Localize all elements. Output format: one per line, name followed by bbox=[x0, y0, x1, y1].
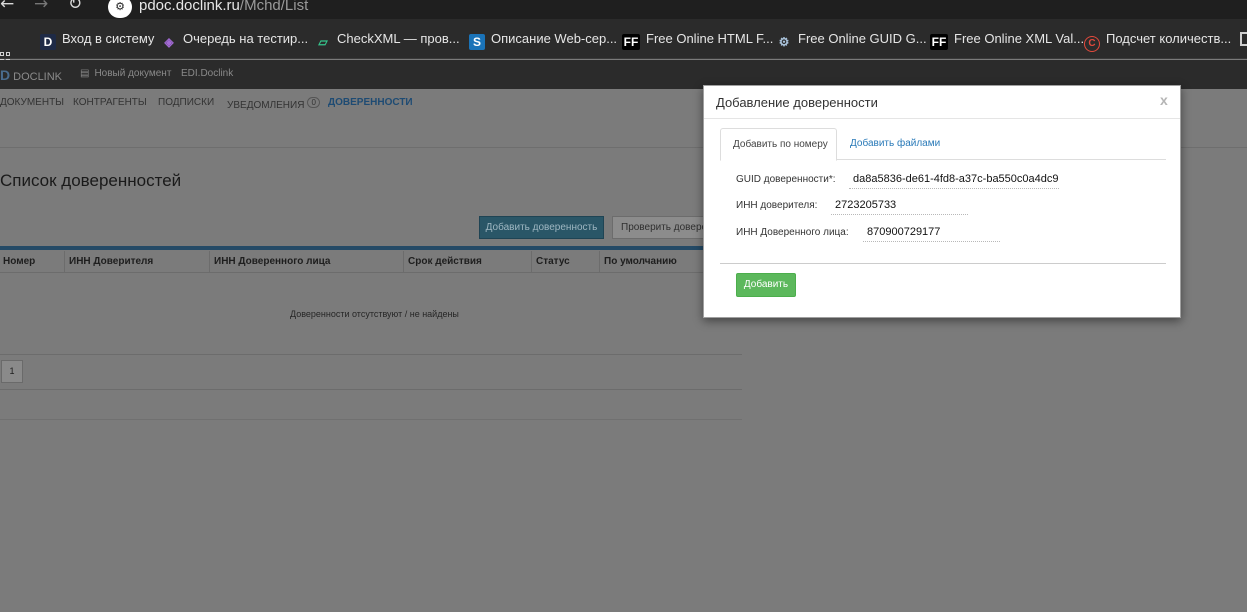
bookmark-label: Очередь на тестир... bbox=[183, 31, 309, 46]
nav-item-documents[interactable]: ДОКУМЕНТЫ bbox=[0, 97, 64, 108]
column-header-validity[interactable]: Срок действия bbox=[403, 251, 531, 273]
guid-label: GUID доверенности*: bbox=[736, 174, 836, 185]
document-icon: ▤ bbox=[80, 68, 90, 79]
bookmark-item[interactable]: ▱ CheckXML — пров... bbox=[315, 31, 460, 49]
bookmark-item[interactable]: ◈ Очередь на тестир... bbox=[161, 31, 308, 49]
bookmark-favicon-icon: ▱ bbox=[318, 35, 328, 49]
app-logo[interactable]: D DOCLINK bbox=[0, 67, 62, 83]
column-header-default[interactable]: По умолчанию bbox=[599, 251, 703, 273]
url-host: pdoc.doclink.ru bbox=[139, 0, 240, 14]
bookmark-item[interactable]: C Подсчет количеств... bbox=[1084, 31, 1232, 52]
add-proxy-button[interactable]: Добавить доверенность bbox=[479, 216, 604, 239]
app-logo-text: DOCLINK bbox=[13, 71, 63, 83]
divider bbox=[720, 263, 1166, 264]
column-header-number[interactable]: Номер bbox=[0, 251, 64, 273]
nav-item-proxies[interactable]: ДОВЕРЕННОСТИ bbox=[328, 97, 413, 108]
guid-input[interactable]: da8a5836-de61-4fd8-a37c-ba550c0a4dc9 bbox=[849, 172, 1059, 189]
bookmark-label: Free Online XML Val... bbox=[954, 31, 1085, 46]
column-header-status[interactable]: Статус bbox=[531, 251, 599, 273]
column-header-principal-inn[interactable]: ИНН Доверителя bbox=[64, 251, 209, 273]
bookmark-label: Free Online GUID G... bbox=[798, 31, 927, 46]
reload-icon[interactable]: ↻ bbox=[68, 0, 82, 14]
close-icon[interactable]: x bbox=[1160, 92, 1168, 108]
divider bbox=[0, 389, 742, 390]
divider bbox=[0, 419, 742, 420]
bookmark-label: Описание Web-сер... bbox=[491, 31, 618, 46]
bookmark-favicon-icon: FF bbox=[622, 34, 640, 50]
principal-inn-label: ИНН доверителя: bbox=[736, 200, 818, 211]
bookmark-label: Вход в систему bbox=[62, 31, 155, 46]
address-bar[interactable]: ⚙ pdoc.doclink.ru/Mchd/List bbox=[108, 0, 708, 19]
bookmark-item[interactable]: FF Free Online XML Val... bbox=[930, 31, 1085, 50]
bookmark-item[interactable]: FF Free Online HTML F... bbox=[622, 31, 774, 50]
agent-inn-input[interactable]: 870900729177 bbox=[863, 225, 1000, 242]
pagination-page-button[interactable]: 1 bbox=[1, 360, 23, 383]
bookmark-favicon-icon: ⚙ bbox=[778, 35, 790, 49]
table-top-bar bbox=[0, 246, 703, 250]
new-document-label: Новый документ bbox=[94, 68, 172, 79]
column-header-agent-inn[interactable]: ИНН Доверенного лица bbox=[209, 251, 403, 273]
bookmark-favicon-icon: FF bbox=[930, 34, 948, 50]
site-info-icon[interactable]: ⚙ bbox=[108, 0, 132, 18]
page-title: Список доверенностей bbox=[0, 171, 182, 190]
url-path: /Mchd/List bbox=[239, 0, 309, 14]
edi-link[interactable]: EDI.Doclink bbox=[181, 68, 233, 79]
agent-inn-label: ИНН Доверенного лица: bbox=[736, 227, 849, 238]
check-proxy-button[interactable]: Проверить доверенность bbox=[612, 216, 712, 239]
modal-title: Добавление доверенности bbox=[716, 95, 878, 110]
forward-arrow-icon[interactable]: → bbox=[34, 0, 48, 14]
bookmark-favicon-icon: C bbox=[1084, 36, 1100, 52]
bookmarks-bar: D Вход в систему ◈ Очередь на тестир... ▱ C… bbox=[0, 19, 1247, 63]
doclink-logo-icon: D bbox=[0, 67, 11, 83]
add-button[interactable]: Добавить bbox=[736, 273, 796, 297]
browser-toolbar: ← → ↻ ⚙ pdoc.doclink.ru/Mchd/List bbox=[0, 0, 1247, 19]
bookmark-label: CheckXML — пров... bbox=[337, 31, 460, 46]
modal-tabs: Добавить по номеру Добавить файлами bbox=[720, 128, 1166, 161]
divider bbox=[0, 354, 742, 355]
table-header: Номер ИНН Доверителя ИНН Доверенного лиц… bbox=[0, 251, 703, 273]
all-bookmarks-folder-icon[interactable] bbox=[1240, 32, 1247, 46]
bookmark-favicon-icon: ◈ bbox=[164, 35, 174, 49]
nav-item-counterparties[interactable]: КОНТРАГЕНТЫ bbox=[73, 97, 147, 108]
principal-inn-input[interactable]: 2723205733 bbox=[831, 198, 968, 215]
nav-item-notifications-label: УВЕДОМЛЕНИЯ bbox=[227, 100, 305, 111]
nav-item-notifications[interactable]: УВЕДОМЛЕНИЯ 0 bbox=[227, 97, 320, 111]
back-arrow-icon[interactable]: ← bbox=[0, 0, 14, 14]
bookmark-item[interactable]: ⚙ Free Online GUID G... bbox=[776, 31, 927, 49]
bookmark-item[interactable]: D Вход в систему bbox=[40, 31, 155, 50]
empty-table-message: Доверенности отсутствуют / не найдены bbox=[290, 309, 459, 319]
new-document-link[interactable]: ▤ Новый документ bbox=[80, 68, 171, 79]
tab-add-by-number[interactable]: Добавить по номеру bbox=[720, 128, 837, 161]
bookmark-favicon-icon: D bbox=[40, 34, 56, 50]
divider bbox=[704, 118, 1180, 119]
url-text[interactable]: pdoc.doclink.ru/Mchd/List bbox=[139, 0, 308, 14]
bookmark-favicon-icon: S bbox=[469, 34, 485, 50]
nav-item-subscriptions[interactable]: ПОДПИСКИ bbox=[158, 97, 214, 108]
notification-count-badge: 0 bbox=[307, 97, 320, 108]
tab-add-files[interactable]: Добавить файлами bbox=[838, 128, 952, 160]
bookmark-label: Подсчет количеств... bbox=[1106, 31, 1232, 46]
bookmark-label: Free Online HTML F... bbox=[646, 31, 774, 46]
add-proxy-modal: Добавление доверенности x Добавить по но… bbox=[703, 85, 1181, 318]
bookmark-item[interactable]: S Описание Web-сер... bbox=[469, 31, 618, 50]
